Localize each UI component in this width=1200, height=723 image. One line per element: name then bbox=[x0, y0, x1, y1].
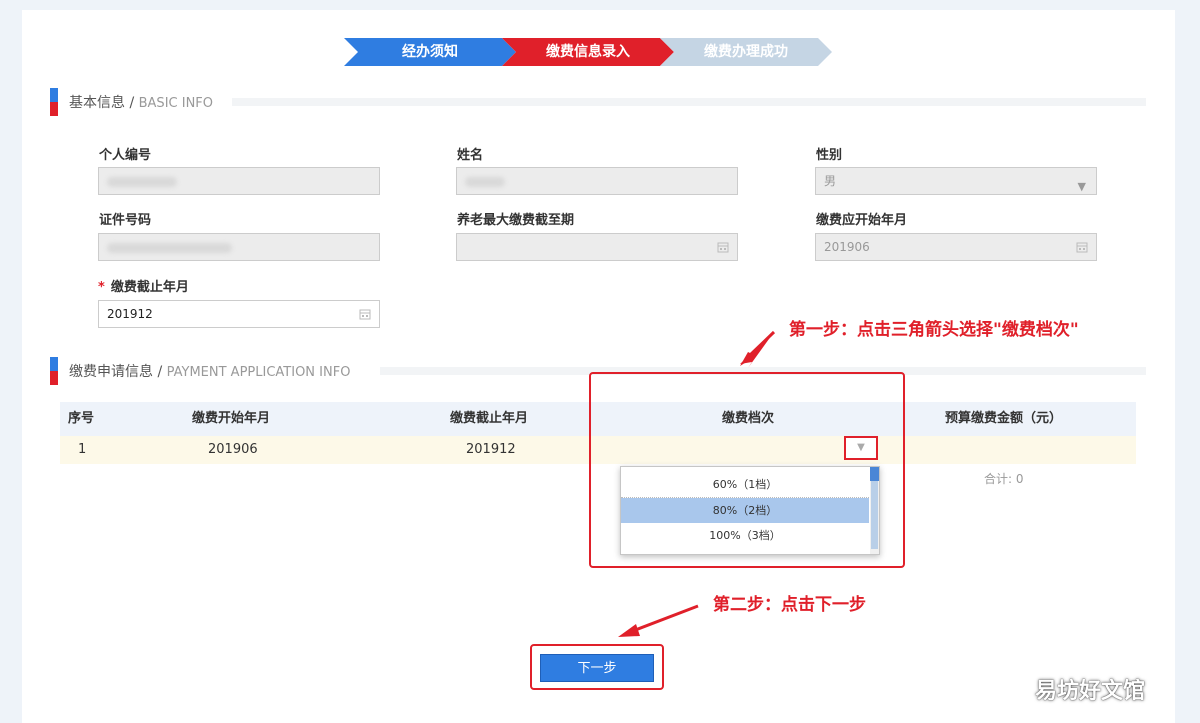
annotation-arrows bbox=[618, 330, 776, 637]
step2-arrow-icon bbox=[618, 604, 699, 637]
page: 经办须知 缴费信息录入 缴费办理成功 基本信息 / BASIC INFO 个人编… bbox=[22, 10, 1175, 723]
step1-arrow-icon bbox=[740, 330, 776, 368]
watermark: 易坊好文馆 bbox=[1034, 679, 1145, 704]
next-button[interactable]: 下一步 bbox=[540, 654, 654, 682]
